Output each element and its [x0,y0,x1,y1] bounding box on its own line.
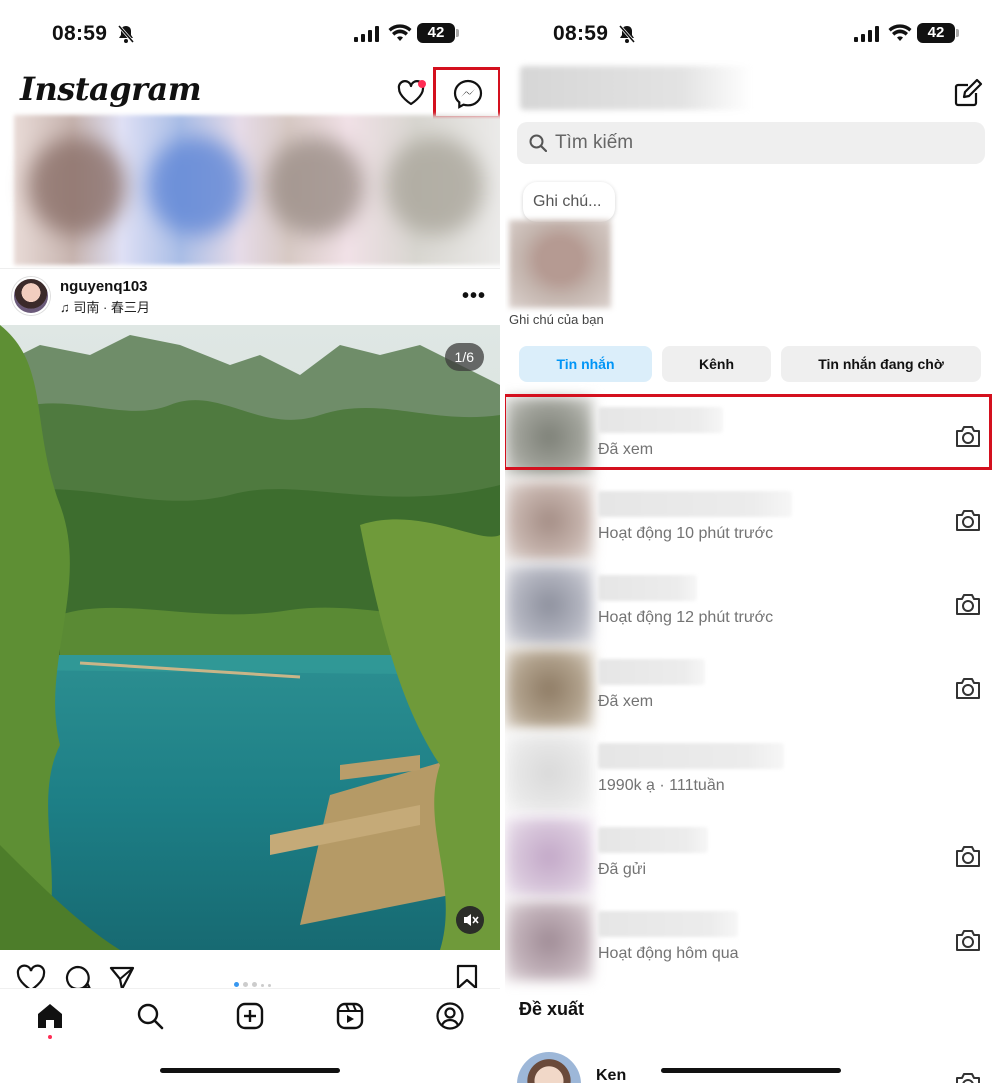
conversation-row[interactable]: Hoạt động hôm qua [505,901,1000,981]
stories-tray-blurred[interactable] [14,115,500,265]
conversation-status: Đã xem [598,693,654,710]
silent-bell-icon [117,25,135,43]
post-photo[interactable]: 1/6 [0,325,500,950]
bookmark-icon[interactable] [456,964,478,990]
contact-name-blurred [598,575,697,601]
post-music[interactable]: ♫ 司南 · 春三月 [60,297,150,316]
contact-name-blurred [598,491,792,517]
contact-name-blurred [598,827,708,853]
suggested-user-name[interactable]: Ken [596,1067,626,1083]
home-active-dot [48,1035,52,1039]
status-time: 08:59 [52,22,108,45]
bottom-navigation [0,988,500,1083]
tab-requests[interactable]: Tin nhắn đang chờ [781,346,981,382]
camera-icon[interactable] [954,591,982,617]
status-bar: 08:59 42 [505,18,1000,52]
conversation-row[interactable]: 1990k ạ · 111tuần [505,733,1000,813]
landscape-image [0,325,500,950]
instagram-feed-screen: 08:59 42 Instagram nguyenq103 ♫ 司南 · 春三月… [0,0,500,1083]
camera-icon[interactable] [954,507,982,533]
avatar [505,481,593,561]
conversation-status: Hoạt động 10 phút trước [598,525,774,542]
battery-indicator: 42 [917,23,959,43]
conversation-row[interactable]: Đã gửi [505,817,1000,897]
search-icon[interactable] [135,1001,165,1031]
wifi-icon [888,24,912,41]
avatar[interactable] [12,277,50,315]
cellular-signal-icon [354,26,379,42]
more-options-icon[interactable]: ••• [462,285,486,308]
avatar[interactable] [509,220,611,308]
conversation-row[interactable]: Hoạt động 12 phút trước [505,565,1000,645]
conversation-row[interactable]: Đã xem [505,649,1000,729]
post-header: nguyenq103 ♫ 司南 · 春三月 ••• [0,268,500,324]
mute-icon[interactable] [456,906,484,934]
highlight-box-messenger [433,67,500,119]
home-indicator [661,1068,841,1073]
avatar[interactable] [517,1052,581,1083]
reels-icon[interactable] [335,1001,365,1031]
search-input[interactable] [555,122,965,164]
conversation-row[interactable]: Hoạt động 10 phút trước [505,481,1000,561]
instagram-logo[interactable]: Instagram [20,70,202,108]
camera-icon[interactable] [954,675,982,701]
camera-icon[interactable] [954,927,982,953]
camera-icon[interactable] [954,843,982,869]
notification-dot [418,80,426,88]
conversation-status: Đã gửi [598,861,647,878]
contact-name-blurred [598,659,705,685]
status-time: 08:59 [553,22,609,45]
direct-messages-screen: 08:59 42 Ghi chú... Ghi chú của bạn Tin … [505,0,1000,1083]
note-bubble[interactable]: Ghi chú... [523,182,615,222]
avatar [505,649,593,729]
status-bar: 08:59 42 [0,18,500,52]
avatar [505,733,593,813]
contact-name-blurred [598,743,784,769]
page-indicator-badge: 1/6 [444,343,484,371]
home-indicator [160,1068,340,1073]
avatar [505,565,593,645]
wifi-icon [388,24,412,41]
battery-indicator: 42 [417,23,459,43]
compose-icon[interactable] [953,78,983,108]
note-caption: Ghi chú của bạn [509,312,604,327]
tab-messages[interactable]: Tin nhắn [519,346,652,382]
create-icon[interactable] [235,1001,265,1031]
home-icon[interactable] [35,1001,65,1031]
suggestions-heading: Đề xuất [519,999,585,1019]
contact-name-blurred [598,911,738,937]
conversation-status: 1990k ạ · 111tuần [598,777,725,794]
camera-icon[interactable] [954,1070,982,1083]
conversation-status: Hoạt động hôm qua [598,945,739,962]
post-actions [0,956,500,992]
search-bar [517,122,985,164]
highlight-box-conversation [505,394,992,470]
tab-channels[interactable]: Kênh [662,346,771,382]
post-username[interactable]: nguyenq103 [60,278,148,295]
search-icon [529,134,547,152]
conversation-status: Hoạt động 12 phút trước [598,609,774,626]
silent-bell-icon [618,25,636,43]
avatar [505,901,593,981]
cellular-signal-icon [854,26,879,42]
account-name-blurred[interactable] [520,66,752,110]
avatar [505,817,593,897]
profile-icon[interactable] [435,1001,465,1031]
